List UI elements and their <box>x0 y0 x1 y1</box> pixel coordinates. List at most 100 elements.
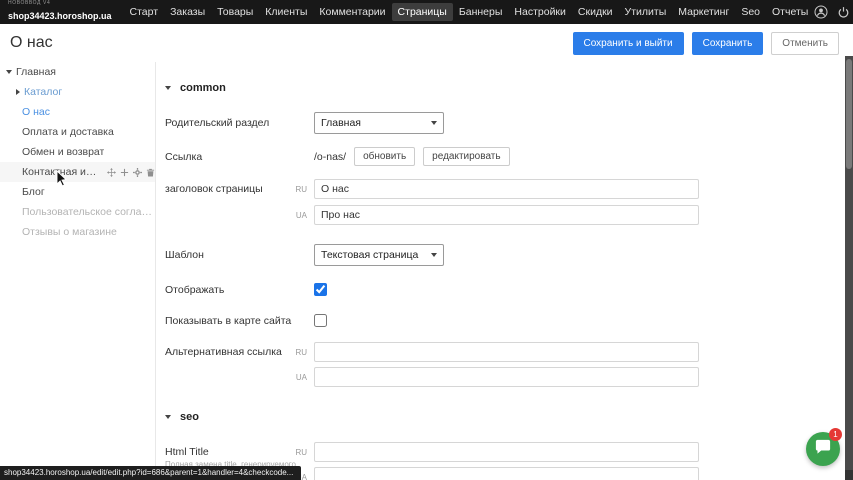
chevron-down-icon <box>431 121 437 125</box>
sidebar-item-user-agreement[interactable]: Пользовательское соглашение <box>0 202 155 222</box>
alt-link-ua-input[interactable] <box>314 367 699 387</box>
topbar-icons <box>814 5 853 19</box>
lang-tag-ua: UA <box>293 211 307 220</box>
select-value: Текстовая страница <box>321 249 418 261</box>
page-title-ru-input[interactable] <box>314 179 699 199</box>
top-navigation-bar: НОВОВВОД V4 shop34423.horoshop.ua Старт … <box>0 0 853 24</box>
sidebar-item-label: Пользовательское соглашение <box>22 206 155 218</box>
field-label: Альтернативная ссылка <box>165 346 293 358</box>
field-row-link: Ссылка /o-nas/ обновить редактировать <box>165 147 841 166</box>
chevron-down-icon <box>431 253 437 257</box>
sidebar-item-label: Каталог <box>24 86 62 98</box>
link-edit-button[interactable]: редактировать <box>423 147 509 166</box>
field-row-html-title-ru: Html Title Полная замена title, генериру… <box>165 442 841 462</box>
cancel-button[interactable]: Отменить <box>771 32 839 55</box>
field-label: Родительский раздел <box>165 117 293 129</box>
status-url-tooltip: shop34423.horoshop.ua/edit/edit.php?id=6… <box>0 466 301 480</box>
link-value: /o-nas/ <box>314 151 346 163</box>
html-title-ru-input[interactable] <box>314 442 699 462</box>
menu-item-clients[interactable]: Клиенты <box>259 3 313 21</box>
scrollbar-down-button[interactable] <box>845 470 853 480</box>
page-edit-form: common Родительский раздел Главная Ссылк… <box>157 62 845 480</box>
menu-item-reports[interactable]: Отчеты <box>766 3 814 21</box>
menu-item-comments[interactable]: Комментарии <box>313 3 391 21</box>
menu-item-start[interactable]: Старт <box>124 3 165 21</box>
save-button[interactable]: Сохранить <box>692 32 764 55</box>
logo-domain-text: shop34423.horoshop.ua <box>8 11 112 21</box>
menu-item-seo[interactable]: Seo <box>735 3 766 21</box>
menu-item-products[interactable]: Товары <box>211 3 259 21</box>
sidebar-item-label: О нас <box>22 106 50 118</box>
lang-tag-ru: RU <box>293 348 307 357</box>
lang-tag-ua: UA <box>293 373 307 382</box>
field-row-parent-section: Родительский раздел Главная <box>165 112 841 134</box>
field-label: Показывать в карте сайта <box>165 315 293 327</box>
page-title: О нас <box>10 34 53 52</box>
trash-icon[interactable] <box>146 168 155 177</box>
field-row-alt-link-ua: UA <box>165 367 841 387</box>
link-update-button[interactable]: обновить <box>354 147 415 166</box>
field-row-page-title-ru: заголовок страницы RU <box>165 179 841 199</box>
menu-item-pages[interactable]: Страницы <box>392 3 453 21</box>
gear-icon[interactable] <box>133 168 142 177</box>
sidebar-item-payment-delivery[interactable]: Оплата и доставка <box>0 122 155 142</box>
section-title: common <box>180 82 226 94</box>
section-header-seo[interactable]: seo <box>165 411 199 423</box>
section-header-common[interactable]: common <box>165 82 226 94</box>
sidebar-item-catalog[interactable]: Каталог <box>0 82 155 102</box>
menu-item-orders[interactable]: Заказы <box>164 3 211 21</box>
field-label-text: Html Title <box>165 446 209 458</box>
vertical-scrollbar[interactable] <box>845 56 853 480</box>
field-label: Отображать <box>165 284 293 296</box>
sidebar-item-blog[interactable]: Блог <box>0 182 155 202</box>
menu-item-discounts[interactable]: Скидки <box>572 3 619 21</box>
user-account-icon[interactable] <box>814 5 828 19</box>
add-icon[interactable] <box>120 168 129 177</box>
sidebar-item-store-reviews[interactable]: Отзывы о магазине <box>0 222 155 242</box>
caret-down-icon <box>165 86 171 90</box>
template-select[interactable]: Текстовая страница <box>314 244 444 266</box>
caret-right-icon <box>16 89 20 95</box>
lang-tag-ru: RU <box>293 448 307 457</box>
sitemap-checkbox[interactable] <box>314 314 327 327</box>
chat-bubble-icon <box>814 439 832 460</box>
parent-section-select[interactable]: Главная <box>314 112 444 134</box>
lang-tag-ru: RU <box>293 185 307 194</box>
header-buttons: Сохранить и выйти Сохранить Отменить <box>573 32 840 55</box>
field-label: заголовок страницы <box>165 183 293 195</box>
save-and-exit-button[interactable]: Сохранить и выйти <box>573 32 684 55</box>
logo[interactable]: НОВОВВОД V4 shop34423.horoshop.ua <box>8 1 112 23</box>
sidebar-item-about-us[interactable]: О нас <box>0 102 155 122</box>
select-value: Главная <box>321 117 361 129</box>
page-title-ua-input[interactable] <box>314 205 699 225</box>
sidebar-item-label: Обмен и возврат <box>22 146 104 158</box>
field-row-alt-link-ru: Альтернативная ссылка RU <box>165 342 841 362</box>
sidebar-item-home[interactable]: Главная <box>0 62 155 82</box>
caret-down-icon <box>6 70 12 74</box>
menu-item-banners[interactable]: Баннеры <box>453 3 509 21</box>
html-title-ua-input[interactable] <box>314 467 699 480</box>
move-icon[interactable] <box>107 168 116 177</box>
chat-notification-badge: 1 <box>829 428 842 441</box>
alt-link-ru-input[interactable] <box>314 342 699 362</box>
chat-widget-button[interactable]: 1 <box>806 432 840 466</box>
main-menu: Старт Заказы Товары Клиенты Комментарии … <box>124 0 815 24</box>
section-title: seo <box>180 411 199 423</box>
logo-version-text: НОВОВВОД V4 <box>8 1 112 6</box>
sidebar-item-label: Отзывы о магазине <box>22 226 117 238</box>
logout-power-icon[interactable] <box>837 6 850 19</box>
field-label: Ссылка <box>165 151 293 163</box>
display-checkbox[interactable] <box>314 283 327 296</box>
sidebar-item-label: Оплата и доставка <box>22 126 114 138</box>
sidebar-item-contact-info[interactable]: Контактная инфор <box>0 162 155 182</box>
sidebar-item-label: Блог <box>22 186 45 198</box>
sidebar-item-exchange-return[interactable]: Обмен и возврат <box>0 142 155 162</box>
page-header: О нас Сохранить и выйти Сохранить Отмени… <box>0 24 845 62</box>
menu-item-marketing[interactable]: Маркетинг <box>672 3 735 21</box>
scrollbar-thumb[interactable] <box>846 59 852 169</box>
menu-item-utilities[interactable]: Утилиты <box>619 3 673 21</box>
field-row-display: Отображать <box>165 283 841 296</box>
menu-item-settings[interactable]: Настройки <box>508 3 572 21</box>
tree-item-actions <box>107 168 155 177</box>
field-row-sitemap: Показывать в карте сайта <box>165 314 841 327</box>
